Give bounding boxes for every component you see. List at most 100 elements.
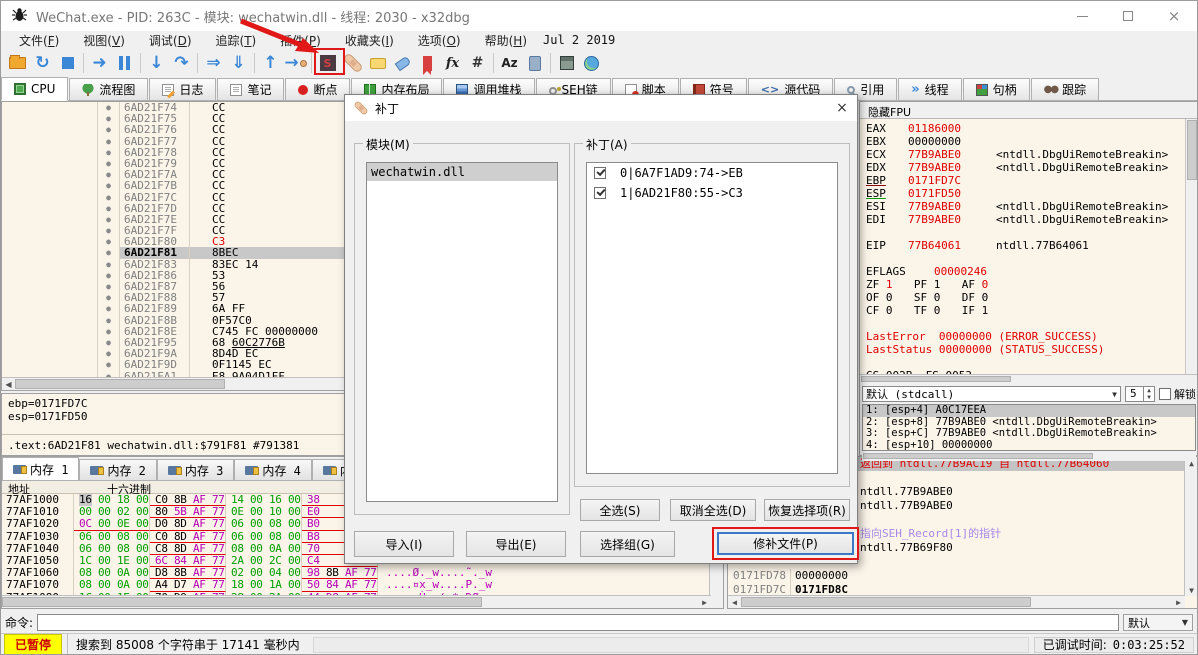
argument-row[interactable]: 3: [esp+C] 77B9ABE0 <ntdll.DbgUiRemoteBr… [863,427,1195,440]
register-row[interactable]: OF 0 SF 0 DF 0 [860,291,1197,304]
register-row[interactable]: EFLAGS 00000246 [860,265,1197,278]
stop-icon[interactable] [55,51,80,75]
restart-icon[interactable]: ↻ [30,51,55,75]
register-row[interactable]: ECX 77B9ABE0 <ntdll.DbgUiRemoteBreakin> [860,148,1197,161]
tab-笔记[interactable]: 笔记 [217,78,285,100]
bookmarks-icon[interactable] [415,51,440,75]
register-row[interactable]: ESP 0171FD50 [860,187,1197,200]
hash-icon[interactable]: # [465,51,490,75]
register-row[interactable]: EBP 0171FD7C [860,174,1197,187]
register-row[interactable]: LastError 00000000 (ERROR_SUCCESS) [860,330,1197,343]
dump-hscrollbar[interactable]: ▶ [2,595,711,608]
import-button[interactable]: 导入(I) [354,531,454,557]
menu-收藏夹(I)[interactable]: 收藏夹(I) [333,31,406,50]
case-icon[interactable]: Aᴢ [497,51,522,75]
register-row[interactable]: EDX 77B9ABE0 <ntdll.DbgUiRemoteBreakin> [860,161,1197,174]
step-over-icon[interactable]: ↷ [169,51,194,75]
unlock-checkbox-row[interactable]: 解锁 [1159,386,1196,402]
register-row[interactable]: EBX 00000000 [860,135,1197,148]
register-row[interactable] [860,356,1197,369]
registers-body[interactable]: EAX 01186000 EBX 00000000 ECX 77B9ABE0 <ntdll.… [860,119,1197,375]
register-row[interactable]: EAX 01186000 [860,122,1197,135]
register-row[interactable] [860,226,1197,239]
register-row[interactable]: EIP 77B64061 ntdll.77B64061 [860,239,1197,252]
patches-icon[interactable] [340,51,365,75]
attach-icon[interactable] [522,51,547,75]
scroll-right-icon[interactable]: ▶ [1172,596,1185,608]
step-into-icon[interactable]: ↓ [144,51,169,75]
select-group-button[interactable]: 选择组(G) [580,531,675,557]
tab-句柄[interactable]: 句柄 [962,78,1030,100]
arguments-hscrollbar[interactable] [862,452,1196,461]
patch-list[interactable]: 0|6A7F1AD9:74->EB 1|6AD21F80:55->C3 [586,162,838,474]
tab-跟踪[interactable]: ●● 跟踪 [1030,78,1100,100]
menu-文件(F)[interactable]: 文件(F) [7,31,71,50]
strings-icon[interactable]: S [315,51,340,75]
menu-追踪(T)[interactable]: 追踪(T) [204,31,269,50]
unlock-checkbox[interactable] [1159,388,1171,400]
stack-row[interactable]: 0171FD78 00000000 [728,569,1197,583]
open-file-icon[interactable] [5,51,30,75]
arg-count-stepper[interactable]: 5 ▲ ▼ [1125,386,1155,402]
menu-选项(O)[interactable]: 选项(O) [406,31,473,50]
command-input[interactable] [37,614,1119,631]
dump-tab-内存 1[interactable]: 内存 1 [2,457,80,480]
spinner-arrows-icon[interactable]: ▲ ▼ [1143,387,1154,401]
register-row[interactable]: EDI 77B9ABE0 <ntdll.DbgUiRemoteBreakin> [860,213,1197,226]
patch-list-item[interactable]: 0|6A7F1AD9:74->EB [587,163,837,183]
argument-row[interactable]: 1: [esp+4] A0C17EEA [863,405,1195,417]
minimize-button[interactable] [1059,1,1105,31]
tab-日志[interactable]: 日志 [149,78,217,100]
comments-icon[interactable] [365,51,390,75]
menu-调试(D)[interactable]: 调试(D) [137,31,204,50]
register-row[interactable]: LastStatus 00000000 (STATUS_SUCCESS) [860,343,1197,356]
step-out-icon[interactable]: ↑ [258,51,283,75]
stack-hscrollbar[interactable]: ◀ ▶ [728,595,1185,608]
run-to-cursor-icon[interactable]: ⇓ [226,51,251,75]
registers-hscrollbar[interactable] [860,375,1197,384]
deselect-all-button[interactable]: 取消全选(D) [670,499,756,521]
patch-checkbox[interactable] [594,187,606,199]
select-all-button[interactable]: 全选(S) [580,499,660,521]
register-row[interactable]: CF 0 TF 0 IF 1 [860,304,1197,317]
register-row[interactable]: ZF 1 PF 1 AF 0 [860,278,1197,291]
tab-CPU[interactable]: CPU [1,77,69,101]
dump-tab-内存 2[interactable]: 内存 2 [79,459,157,480]
patch-file-button[interactable]: 修补文件(P) [717,532,854,555]
scroll-left-icon[interactable]: ◀ [2,378,15,390]
command-profile-select[interactable]: 默认 ▼ [1123,614,1193,631]
stack-vscrollbar[interactable]: ▲ ▼ [1184,457,1197,596]
labels-icon[interactable] [390,51,415,75]
dialog-title-bar[interactable]: 补丁 × [345,95,857,121]
register-row[interactable] [860,317,1197,330]
dump-tab-内存 4[interactable]: 内存 4 [234,459,312,480]
menu-插件(P)[interactable]: 插件(P) [268,31,333,50]
patch-checkbox[interactable] [594,167,606,179]
functions-icon[interactable]: fx [440,51,465,75]
run-to-user-code-icon[interactable]: → [283,51,308,75]
calculator-icon[interactable] [554,51,579,75]
export-button[interactable]: 导出(E) [466,531,566,557]
patch-list-item[interactable]: 1|6AD21F80:55->C3 [587,183,837,203]
tab-流程图[interactable]: 流程图 [69,78,149,100]
restore-selection-button[interactable]: 恢复选择项(R) [764,499,850,521]
scroll-down-icon[interactable]: ▼ [1185,584,1197,596]
tab-线程[interactable]: » 线程 [898,78,962,100]
scroll-left-icon[interactable]: ◀ [728,596,741,608]
registers-vscrollbar[interactable] [1185,119,1197,374]
tab-断点[interactable]: 断点 [285,78,351,100]
run-icon[interactable]: ➜ [87,51,112,75]
module-list-item[interactable]: wechatwin.dll [367,163,557,181]
scroll-right-icon[interactable]: ▶ [698,596,711,608]
call-arguments-list[interactable]: 1: [esp+4] A0C17EEA 2: [esp+8] 77B9ABE0 <… [862,404,1196,451]
pause-icon[interactable] [112,51,137,75]
calling-convention-select[interactable]: 默认 (stdcall) ▼ [862,386,1121,402]
maximize-button[interactable] [1105,1,1151,31]
close-button[interactable]: × [1151,1,1197,31]
hide-fpu-button[interactable]: 隐藏FPU [860,102,1197,119]
module-list[interactable]: wechatwin.dll [366,162,558,502]
skip-icon[interactable]: ⇒ [201,51,226,75]
register-row[interactable]: ESI 77B9ABE0 <ntdll.DbgUiRemoteBreakin> [860,200,1197,213]
menu-帮助(H)[interactable]: 帮助(H) [473,31,539,50]
menu-视图(V)[interactable]: 视图(V) [71,31,137,50]
